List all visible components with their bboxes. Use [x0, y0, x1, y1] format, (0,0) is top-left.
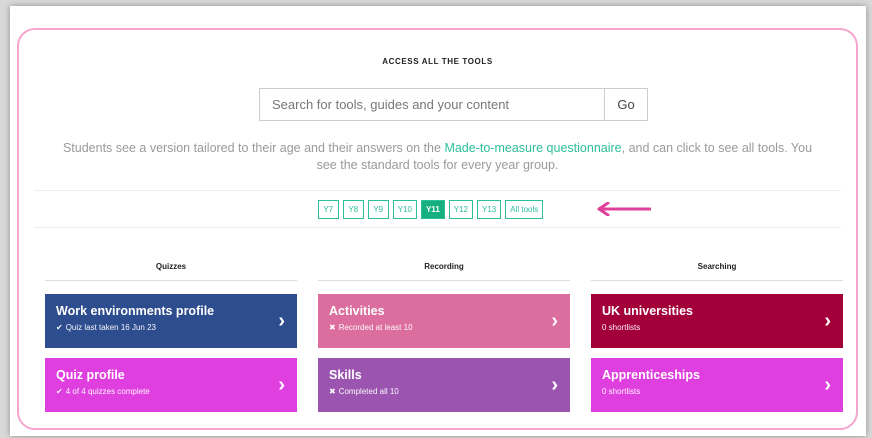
card-uk-universities[interactable]: UK universities 0 shortlists ›	[591, 294, 843, 348]
description-text: Students see a version tailored to their…	[59, 140, 816, 174]
section-heading: ACCESS ALL THE TOOLS	[382, 57, 493, 66]
divider	[34, 190, 841, 191]
check-icon: ✔	[56, 387, 63, 396]
card-apprenticeships[interactable]: Apprenticeships 0 shortlists ›	[591, 358, 843, 412]
card-quiz-profile[interactable]: Quiz profile ✔ 4 of 4 quizzes complete ›	[45, 358, 297, 412]
description-before: Students see a version tailored to their…	[62, 141, 445, 155]
card-title: Skills	[329, 368, 362, 382]
card-subtitle-text: Recorded at least 10	[338, 323, 413, 332]
card-subtitle: 0 shortlists	[602, 323, 641, 332]
card-subtitle: ✔ 4 of 4 quizzes complete	[56, 387, 267, 396]
cross-icon: ✖	[329, 323, 336, 332]
card-activities[interactable]: Activities ✖ Recorded at least 10 ›	[318, 294, 570, 348]
chevron-right-icon: ›	[278, 374, 285, 396]
chevron-right-icon: ›	[824, 310, 831, 332]
card-title: Quiz profile	[56, 368, 125, 382]
card-subtitle: ✔ Quiz last taken 16 Jun 23	[56, 323, 267, 332]
questionnaire-link[interactable]: Made-to-measure questionnaire	[444, 141, 621, 155]
chevron-right-icon: ›	[551, 310, 558, 332]
year-filter-y9[interactable]: Y9	[367, 200, 389, 219]
card-title: Apprenticeships	[602, 368, 700, 382]
card-title: Work environments profile	[56, 304, 215, 318]
page-frame: ACCESS ALL THE TOOLS Go Students see a v…	[10, 6, 866, 436]
year-filter-y12[interactable]: Y12	[448, 200, 473, 219]
check-icon: ✔	[56, 323, 63, 332]
card-subtitle: ✖ Recorded at least 10	[329, 323, 540, 332]
column-rule	[318, 280, 570, 281]
column-header-quizzes: Quizzes	[155, 262, 187, 271]
column-rule	[591, 280, 843, 281]
go-button[interactable]: Go	[604, 89, 647, 120]
card-title: UK universities	[602, 304, 694, 318]
year-filter-y13[interactable]: Y13	[477, 200, 502, 219]
search-input[interactable]	[260, 89, 604, 120]
column-header-searching: Searching	[697, 262, 737, 271]
chevron-right-icon: ›	[551, 374, 558, 396]
year-filter-y8[interactable]: Y8	[342, 200, 364, 219]
divider	[34, 227, 841, 228]
card-subtitle-text: Quiz last taken 16 Jun 23	[65, 323, 156, 332]
column-rule	[45, 280, 297, 281]
year-filter-y11[interactable]: Y11	[420, 200, 445, 219]
card-subtitle: 0 shortlists	[602, 387, 641, 396]
tools-panel: ACCESS ALL THE TOOLS Go Students see a v…	[17, 28, 858, 430]
column-header-recording: Recording	[424, 262, 464, 271]
card-subtitle: ✖ Completed all 10	[329, 387, 540, 396]
search-bar: Go	[259, 88, 648, 121]
chevron-right-icon: ›	[824, 374, 831, 396]
card-subtitle-text: 4 of 4 quizzes complete	[65, 387, 150, 396]
pointer-arrow-icon	[597, 202, 651, 216]
card-subtitle-text: Completed all 10	[338, 387, 399, 396]
year-filter-all-tools[interactable]: All tools	[505, 200, 544, 219]
year-filter-y10[interactable]: Y10	[392, 200, 417, 219]
cross-icon: ✖	[329, 387, 336, 396]
year-filter-bar: Y7 Y8 Y9 Y10 Y11 Y12 Y13 All tools	[19, 200, 856, 219]
card-title: Activities	[329, 304, 385, 318]
card-work-environments-profile[interactable]: Work environments profile ✔ Quiz last tak…	[45, 294, 297, 348]
chevron-right-icon: ›	[278, 310, 285, 332]
card-skills[interactable]: Skills ✖ Completed all 10 ›	[318, 358, 570, 412]
year-filter-y7[interactable]: Y7	[317, 200, 339, 219]
